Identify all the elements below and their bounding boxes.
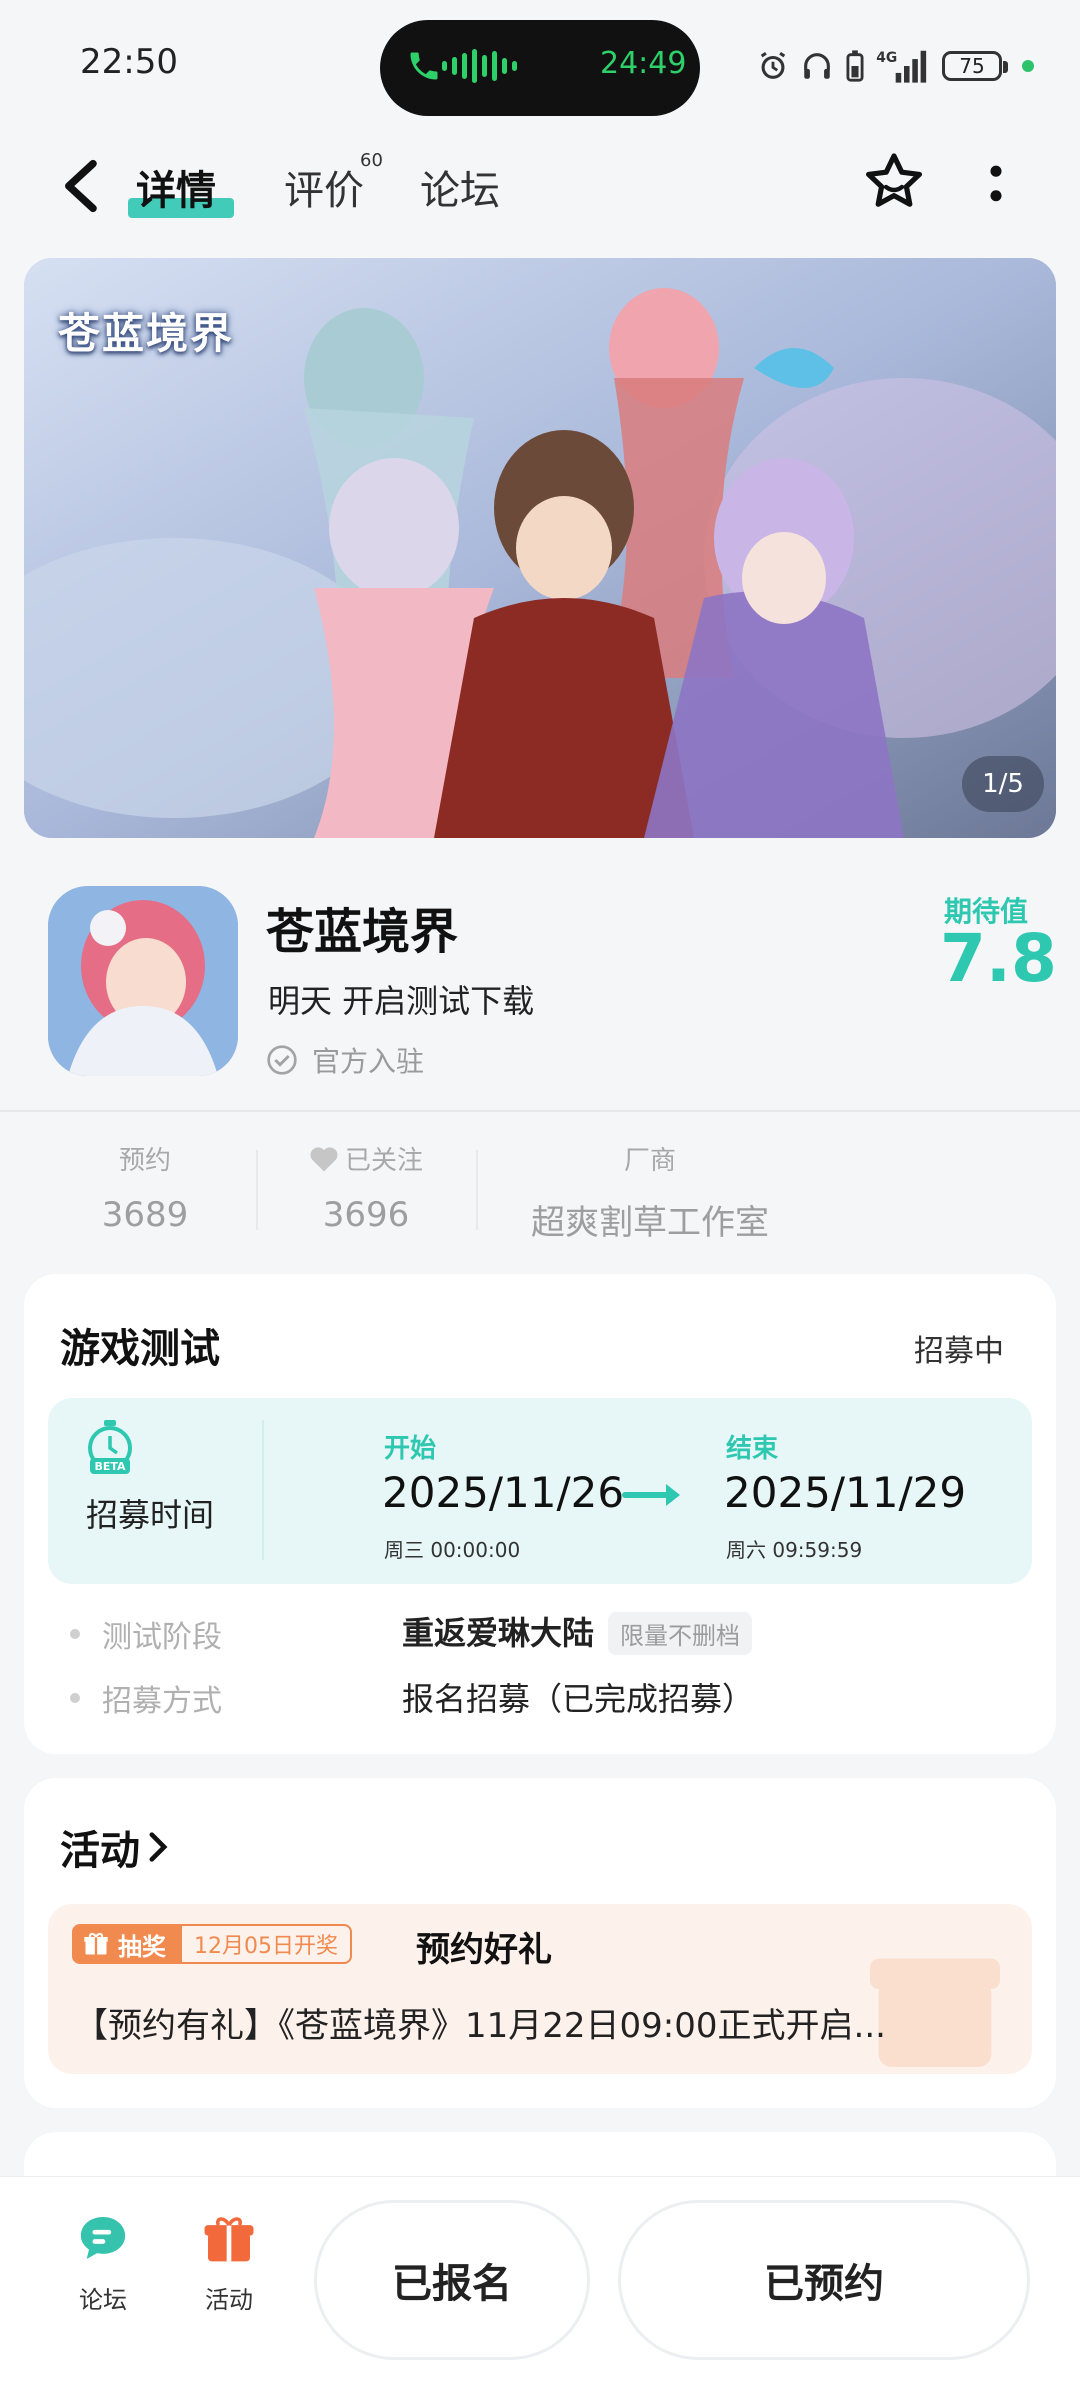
reserved-button[interactable]: 已预约 (618, 2200, 1030, 2360)
back-button[interactable] (58, 158, 102, 214)
bullet (70, 1693, 80, 1703)
signed-up-button[interactable]: 已报名 (314, 2200, 590, 2360)
banner-page-indicator: 1/5 (962, 756, 1044, 812)
official-label: 官方入驻 (312, 1045, 425, 1078)
activity-name: 预约好礼 (416, 1930, 552, 1970)
recruit-method-row: 招募方式 报名招募（已完成招募） (70, 1676, 1030, 1720)
status-time: 22:50 (80, 42, 178, 82)
app-title: 苍蓝境界 (266, 904, 459, 960)
official-badge: 官方入驻 (266, 1040, 424, 1080)
end-time: 周六 09:59:59 (726, 1538, 863, 1562)
start-label: 开始 (384, 1434, 437, 1464)
stat-separator (256, 1150, 258, 1230)
developer-value: 超爽割草工作室 (531, 1203, 769, 1243)
phone-icon (410, 52, 438, 80)
favorite-star-button[interactable] (862, 150, 926, 214)
test-stage-value: 重返爱琳大陆 (402, 1614, 595, 1652)
test-stage-tag: 限量不删档 (608, 1612, 753, 1655)
gift-box-icon (204, 2217, 254, 2262)
tab-forum[interactable]: 论坛 (420, 158, 500, 216)
svg-text:4G: 4G (876, 50, 897, 66)
app-icon (48, 886, 238, 1076)
test-stage-row: 测试阶段 重返爱琳大陆 限量不删档 (70, 1612, 1030, 1656)
test-stage-label: 测试阶段 (102, 1620, 222, 1655)
recruit-method-value: 报名招募（已完成招募） (402, 1680, 755, 1718)
lottery-tag-label: 抽奖 (118, 1932, 166, 1961)
bottom-forum-button[interactable]: 论坛 (48, 2210, 158, 2315)
activity-header[interactable]: 活动 (60, 1818, 170, 1876)
end-date: 2025/11/29 (724, 1468, 967, 1517)
developer-stat[interactable]: 厂商 超爽割草工作室 (500, 1140, 800, 1244)
bottom-activity-button[interactable]: 活动 (174, 2210, 284, 2315)
beta-stopwatch-icon: BETA (88, 1420, 132, 1474)
more-options-button[interactable] (982, 162, 1010, 208)
start-time: 周三 00:00:00 (384, 1538, 521, 1562)
bullet (70, 1629, 80, 1639)
activity-label: 活动 (205, 2286, 253, 2314)
call-timer: 24:49 (600, 46, 687, 81)
test-stage-value-group: 重返爱琳大陆 限量不删档 (402, 1608, 753, 1655)
banner-game-logo: 苍蓝境界 (58, 309, 235, 358)
stat-separator (476, 1150, 478, 1230)
section-divider (0, 1110, 1080, 1112)
arrow-right-icon (622, 1484, 680, 1506)
recruit-status: 招募中 (914, 1334, 1004, 1369)
gift-icon (84, 1932, 108, 1955)
check-circle-icon (267, 1045, 297, 1075)
alarm-icon (760, 51, 786, 79)
followers-value: 3696 (322, 1195, 410, 1235)
reservations-value: 3689 (101, 1195, 189, 1235)
beta-text: BETA (94, 1460, 126, 1473)
chevron-right-icon (149, 1832, 168, 1862)
lottery-date: 12月05日开奖 (180, 1924, 352, 1964)
headphones-icon (804, 53, 830, 79)
forum-chat-icon (80, 2217, 126, 2259)
reservations-stat: 预约 3689 (90, 1140, 200, 1235)
battery-level: 75 (959, 54, 985, 78)
developer-label: 厂商 (623, 1146, 676, 1176)
forum-label: 论坛 (79, 2286, 127, 2314)
reviews-count-badge: 60 (360, 150, 383, 171)
followers-stat[interactable]: 已关注 3696 (296, 1140, 436, 1235)
app-subtitle: 明天 开启测试下载 (268, 982, 535, 1020)
recruit-time-label: 招募时间 (86, 1496, 215, 1534)
battery-saver-icon (846, 50, 864, 82)
privacy-indicator (1022, 60, 1034, 72)
gift-watermark-icon (870, 1958, 1000, 2067)
tab-details[interactable]: 详情 (136, 158, 216, 216)
activity-description: 【预约有礼】《苍蓝境界》11月22日09:00正式开启... (74, 2006, 886, 2046)
followers-label: 已关注 (344, 1146, 423, 1176)
start-date: 2025/11/26 (382, 1468, 625, 1517)
lottery-tag: 抽奖 12月05日开奖 (72, 1924, 352, 1964)
reservations-label: 预约 (118, 1146, 171, 1176)
recruit-method-label: 招募方式 (102, 1684, 222, 1719)
expectation-score: 7.8 (940, 920, 1057, 997)
battery-icon: 75 (942, 51, 1008, 81)
heart-icon (310, 1146, 338, 1171)
signal-icon: 4G (876, 50, 927, 83)
audio-wave-icon (442, 46, 517, 86)
status-icons: 4G 75 (756, 44, 1034, 88)
end-label: 结束 (726, 1434, 779, 1464)
game-test-title: 游戏测试 (60, 1326, 220, 1372)
tab-reviews[interactable]: 评价 (284, 158, 364, 216)
panel-separator (262, 1420, 264, 1560)
activity-title: 活动 (60, 1828, 140, 1874)
